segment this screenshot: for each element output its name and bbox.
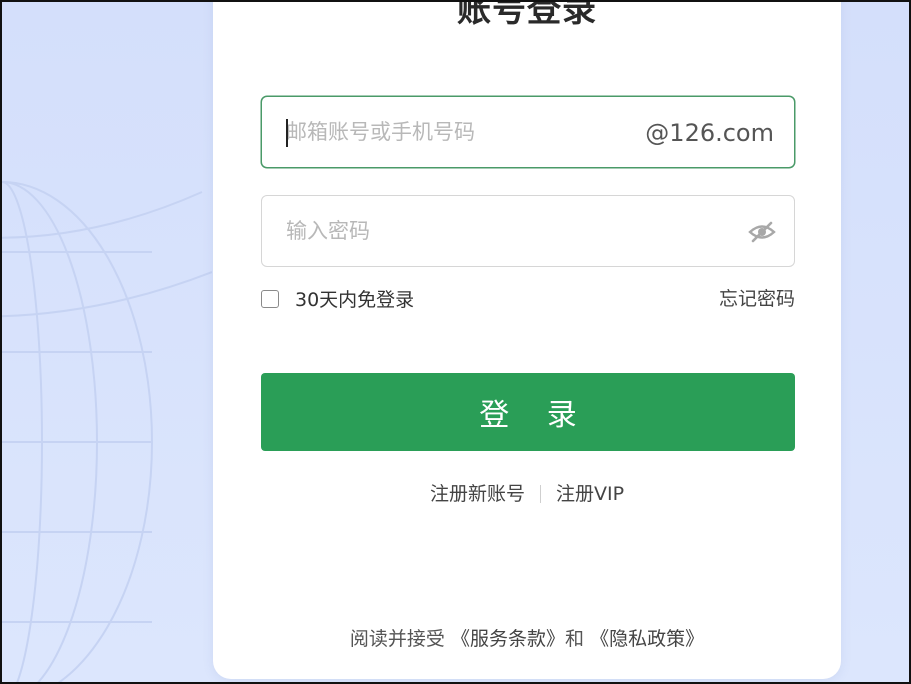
login-card: 账号登录 @126.com 30天内免登录 忘记密码 登 录 注册新账号 注册VI…	[213, 0, 841, 679]
login-button[interactable]: 登 录	[261, 373, 795, 451]
remember-row: 30天内免登录 忘记密码	[261, 286, 795, 314]
terms-conjunction: 和	[565, 628, 585, 650]
account-input[interactable]	[286, 97, 626, 167]
domain-suffix: @126.com	[645, 119, 774, 147]
register-row: 注册新账号 注册VIP	[213, 480, 841, 508]
password-input[interactable]	[286, 196, 626, 266]
password-field[interactable]	[261, 195, 795, 267]
account-field[interactable]: @126.com	[261, 96, 795, 168]
terms-row: 阅读并接受 《服务条款》和 《隐私政策》	[213, 625, 841, 653]
text-caret	[286, 119, 288, 147]
register-vip-link[interactable]: 注册VIP	[556, 483, 624, 505]
register-divider	[539, 485, 541, 503]
globe-background-icon	[2, 181, 212, 682]
login-title: 账号登录	[457, 0, 597, 30]
remember-label[interactable]: 30天内免登录	[295, 286, 414, 314]
remember-checkbox[interactable]	[261, 290, 279, 308]
service-terms-link[interactable]: 《服务条款》	[451, 628, 565, 650]
register-account-link[interactable]: 注册新账号	[430, 483, 525, 505]
forgot-password-link[interactable]: 忘记密码	[719, 286, 795, 312]
eye-off-icon[interactable]	[748, 219, 776, 245]
terms-prefix: 阅读并接受	[349, 628, 445, 650]
privacy-policy-link[interactable]: 《隐私政策》	[590, 628, 704, 650]
window-frame: 账号登录 @126.com 30天内免登录 忘记密码 登 录 注册新账号 注册VI…	[0, 0, 911, 684]
